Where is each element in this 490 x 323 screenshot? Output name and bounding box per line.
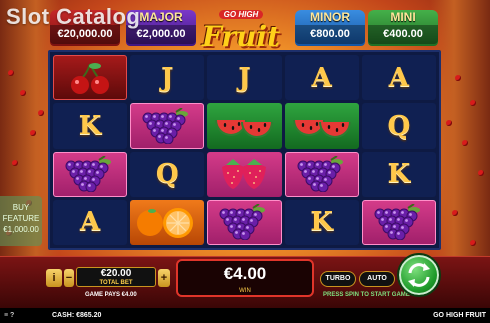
letter-symbol: K	[53, 103, 128, 149]
letter-symbol-text: J	[161, 62, 174, 93]
letter-symbol-text: A	[311, 62, 332, 93]
watermelon-symbol-icon	[207, 103, 282, 149]
game-name: GO HIGH FRUIT	[433, 312, 486, 319]
win-value: €4.00	[223, 264, 267, 283]
spin-arrows-icon	[408, 263, 430, 287]
berry-icon	[446, 120, 452, 126]
berry-icon	[12, 160, 18, 166]
press-spin-text: PRESS SPIN TO START GAME	[323, 292, 410, 298]
jackpot-minor: MINOR €800.00	[295, 10, 365, 46]
win-label: WIN	[239, 288, 251, 294]
letter-symbol: A	[361, 55, 436, 101]
game-pays-text: GAME PAYS €4.00	[85, 292, 137, 298]
letter-symbol-text: J	[238, 62, 251, 93]
berry-icon	[452, 210, 458, 216]
letter-symbol: K	[361, 151, 436, 197]
watermark: Slot Catalog	[6, 4, 141, 29]
total-bet-value: €20.00	[100, 268, 132, 279]
letter-symbol-text: Q	[387, 110, 411, 141]
berry-icon	[8, 70, 14, 76]
berry-icon	[38, 110, 44, 116]
grapes-symbol-icon	[130, 103, 205, 149]
letter-symbol: Q	[130, 151, 205, 197]
letter-symbol-text: K	[387, 159, 411, 190]
berry-icon	[470, 100, 476, 106]
jackpot-mini: MINI €400.00	[368, 10, 438, 46]
letter-symbol-text: A	[80, 207, 101, 238]
menu-help-icons[interactable]: ≡ ?	[4, 308, 14, 323]
berry-icon	[455, 75, 461, 81]
letter-symbol-text: K	[310, 207, 333, 238]
jackpot-minor-title: MINOR	[310, 10, 350, 24]
grapes-symbol-icon	[361, 199, 436, 245]
letter-symbol: Q	[361, 103, 436, 149]
auto-button[interactable]: AUTO	[359, 271, 395, 287]
total-bet-display: €20.00 TOTAL BET	[76, 267, 156, 287]
buy-feature-line2: FEATURE	[2, 214, 40, 223]
jackpot-mini-title: MINI	[390, 10, 416, 24]
berry-icon	[470, 240, 476, 246]
info-button[interactable]: i	[46, 269, 62, 287]
berry-icon	[462, 140, 468, 146]
letter-symbol: J	[130, 55, 205, 101]
bet-decrease-button[interactable]: −	[64, 269, 74, 287]
turbo-button[interactable]: TURBO	[320, 271, 356, 287]
letter-symbol-text: K	[78, 110, 102, 141]
buy-feature-line1: BUY	[12, 203, 30, 212]
watermelon-symbol-icon	[284, 103, 359, 149]
logo-top-text: GO HIGH	[218, 10, 264, 19]
reel-grid: JJAAKQQKAK	[48, 50, 441, 250]
strawberry-symbol-icon	[207, 151, 282, 197]
cherry-symbol-icon	[53, 55, 128, 101]
letter-symbol: A	[284, 55, 359, 101]
letter-symbol-text: Q	[155, 159, 179, 190]
buy-feature-price: €1,000.00	[3, 225, 39, 234]
buy-feature-button[interactable]: BUY FEATURE €1,000.00	[0, 196, 42, 246]
orange-symbol-icon	[130, 199, 205, 245]
letter-symbol: A	[53, 199, 128, 245]
berry-icon	[478, 170, 484, 176]
letter-symbol-text: A	[388, 62, 409, 93]
jackpot-mini-value: €400.00	[368, 25, 438, 44]
jackpot-minor-value: €800.00	[295, 25, 365, 44]
grapes-symbol-icon	[207, 199, 282, 245]
grapes-symbol-icon	[53, 151, 128, 197]
berry-icon	[30, 130, 36, 136]
berry-icon	[20, 90, 26, 96]
logo-main-text: Fruit	[201, 20, 281, 53]
cash-balance: CASH: €865.20	[52, 312, 102, 319]
total-bet-label: TOTAL BET	[99, 280, 133, 286]
game-logo: GO HIGH Fruit	[198, 4, 284, 53]
grapes-symbol-icon	[284, 151, 359, 197]
letter-symbol: J	[207, 55, 282, 101]
win-display: €4.00 WIN	[176, 259, 314, 297]
footer-bar: ≡ ? CASH: €865.20 GO HIGH FRUIT	[0, 308, 490, 323]
letter-symbol: K	[284, 199, 359, 245]
bet-increase-button[interactable]: +	[158, 269, 170, 287]
spin-button[interactable]	[397, 253, 441, 297]
